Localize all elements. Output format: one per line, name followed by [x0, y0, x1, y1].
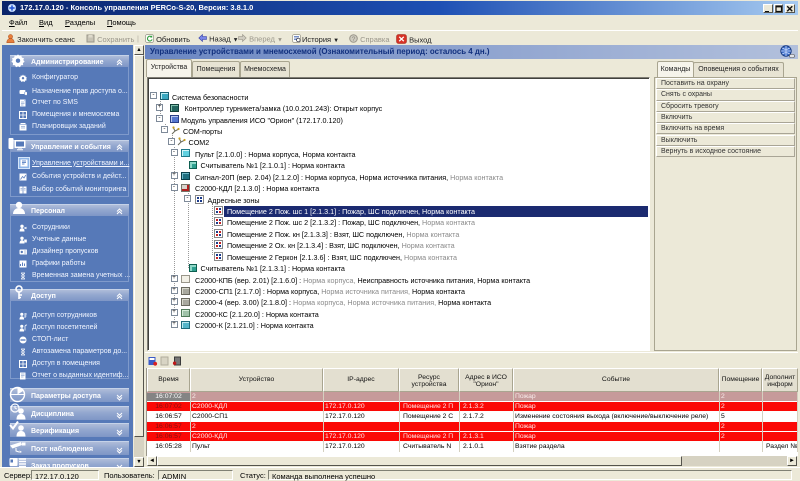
svg-text:?: ?	[352, 36, 356, 43]
